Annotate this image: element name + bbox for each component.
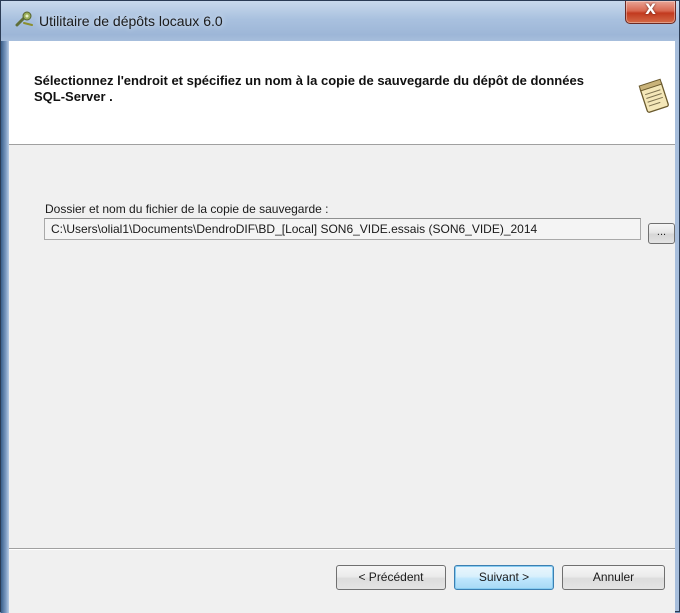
wizard-client-area: Sélectionnez l'endroit et spécifiez un n… (9, 41, 675, 613)
footer-divider (9, 548, 675, 550)
window-title: Utilitaire de dépôts locaux 6.0 (39, 13, 223, 29)
cancel-button[interactable]: Annuler (562, 565, 665, 590)
close-button[interactable]: X (625, 1, 676, 24)
app-tools-icon (15, 11, 35, 29)
wizard-window: Utilitaire de dépôts locaux 6.0 X Sélect… (0, 0, 680, 613)
backup-path-field[interactable]: C:\Users\olial1\Documents\DendroDIF\BD_[… (44, 218, 641, 240)
next-button[interactable]: Suivant > (454, 565, 554, 590)
notepad-icon (636, 78, 672, 114)
previous-button[interactable]: < Précédent (336, 565, 446, 590)
backup-path-label: Dossier et nom du fichier de la copie de… (45, 202, 329, 216)
title-bar[interactable]: Utilitaire de dépôts locaux 6.0 X (1, 1, 680, 41)
wizard-header: Sélectionnez l'endroit et spécifiez un n… (9, 41, 675, 145)
window-frame-edge (1, 41, 9, 613)
header-instruction: Sélectionnez l'endroit et spécifiez un n… (34, 73, 584, 104)
browse-button[interactable]: ... (648, 223, 675, 244)
close-icon: X (645, 2, 656, 18)
